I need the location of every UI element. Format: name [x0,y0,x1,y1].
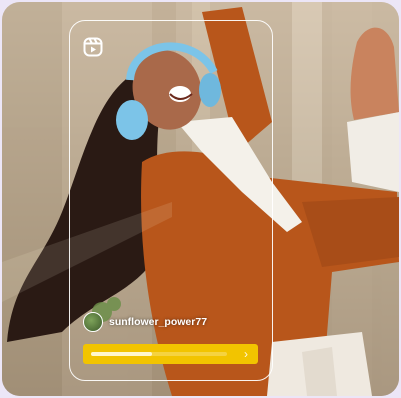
avatar[interactable] [83,312,103,332]
chevron-right-icon: › [244,347,248,361]
cta-button[interactable]: › [83,344,258,364]
user-row[interactable]: sunflower_power77 [83,311,207,333]
username[interactable]: sunflower_power77 [109,316,207,328]
progress-track [91,352,227,356]
progress-fill [91,352,153,356]
reels-icon [83,37,103,57]
reel-preview-card: sunflower_power77 › [2,2,399,396]
reel-frame: sunflower_power77 › [69,20,273,381]
